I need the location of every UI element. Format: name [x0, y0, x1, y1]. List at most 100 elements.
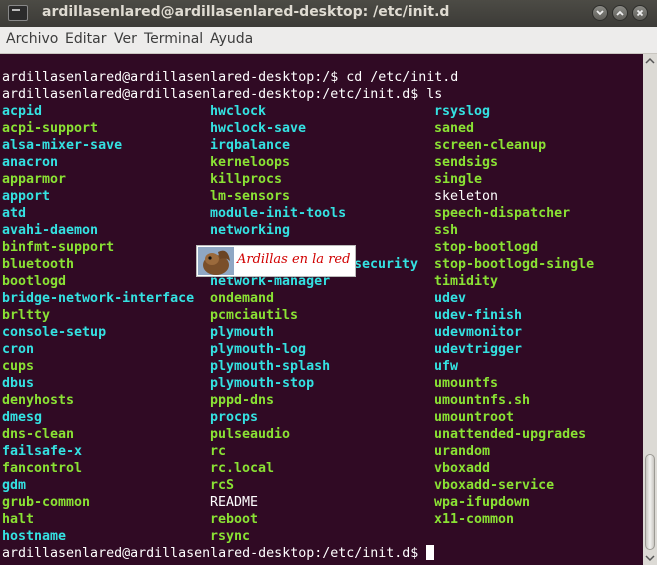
ls-entry: hwclock-save	[210, 121, 307, 136]
watermark-text: Ardillas en la red	[237, 252, 351, 267]
ls-entry: rc	[210, 444, 227, 459]
ls-entry: urandom	[434, 444, 491, 459]
ls-entry: stop-bootlogd-single	[434, 257, 595, 272]
ls-entry: bootlogd	[2, 274, 67, 289]
ls-entry: stop-bootlogd	[434, 240, 539, 255]
scrollbar-thumb[interactable]	[645, 454, 655, 550]
ls-entry: apport	[2, 189, 51, 204]
window-title: ardillasenlared@ardillasenlared-desktop:…	[42, 4, 450, 20]
ls-entry: alsa-mixer-save	[2, 138, 123, 153]
ls-entry: sendsigs	[434, 155, 499, 170]
ls-entry: killprocs	[210, 172, 283, 187]
minimize-button[interactable]	[592, 5, 608, 21]
ls-entry: timidity	[434, 274, 499, 289]
ls-entry: plymouth-log	[210, 342, 307, 357]
ls-entry: skeleton	[434, 189, 499, 204]
ls-entry: wpa-ifupdown	[434, 495, 531, 510]
ls-entry: lm-sensors	[210, 189, 291, 204]
ls-entry: acpid	[2, 104, 43, 119]
terminal-app-icon	[8, 5, 28, 21]
ls-entry: reboot	[210, 512, 259, 527]
ls-entry: halt	[2, 512, 35, 527]
ls-entry: plymouth-stop	[210, 376, 315, 391]
ls-entry: pulseaudio	[210, 427, 291, 442]
ls-entry: vboxadd	[434, 461, 491, 476]
ls-entry: pcmciautils	[210, 308, 299, 323]
ls-entry: acpi-support	[2, 121, 99, 136]
ls-entry: hwclock	[210, 104, 267, 119]
ls-entry: dns-clean	[2, 427, 75, 442]
ls-entry: speech-dispatcher	[434, 206, 571, 221]
ls-entry: networking	[210, 223, 291, 238]
prompt-ls-line: ardillasenlared@ardillasenlared-desktop:…	[2, 87, 443, 102]
ls-entry: avahi-daemon	[2, 223, 99, 238]
ls-entry: console-setup	[2, 325, 107, 340]
text-cursor	[426, 545, 435, 560]
ls-entry: rc.local	[210, 461, 275, 476]
ls-entry: screen-cleanup	[434, 138, 547, 153]
ls-entry: cron	[2, 342, 35, 357]
ls-entry: umountroot	[434, 410, 515, 425]
ls-entry: single	[434, 172, 483, 187]
ls-entry: pppd-dns	[210, 393, 275, 408]
terminal-output[interactable]: ardillasenlared@ardillasenlared-desktop:…	[0, 54, 643, 565]
ls-entry: anacron	[2, 155, 59, 170]
watermark-logo: Ardillas en la red	[196, 245, 356, 277]
close-icon	[636, 9, 644, 17]
ls-entry: failsafe-x	[2, 444, 83, 459]
menu-terminal[interactable]: Terminal	[144, 31, 203, 47]
minimize-icon	[596, 10, 604, 16]
menu-ayuda[interactable]: Ayuda	[210, 31, 253, 47]
ls-entry: bridge-network-interface	[2, 291, 195, 306]
ls-entry: hostname	[2, 529, 67, 544]
menu-bar: Archivo Editar Ver Terminal Ayuda	[0, 27, 657, 54]
scroll-up-arrow-icon[interactable]	[643, 54, 657, 68]
ls-entry: udevmonitor	[434, 325, 523, 340]
scroll-down-arrow-icon[interactable]	[643, 551, 657, 565]
maximize-icon	[616, 10, 624, 16]
menu-editar[interactable]: Editar	[65, 31, 106, 47]
ls-entry: apparmor	[2, 172, 67, 187]
menu-ver[interactable]: Ver	[114, 31, 137, 47]
ls-entry: atd	[2, 206, 27, 221]
ls-entry: plymouth	[210, 325, 275, 340]
vertical-scrollbar[interactable]	[643, 54, 657, 565]
ls-entry: udev-finish	[434, 308, 523, 323]
ls-entry: saned	[434, 121, 475, 136]
ls-entry: module-init-tools	[210, 206, 347, 221]
maximize-button[interactable]	[612, 5, 628, 21]
ls-entry: umountfs	[434, 376, 499, 391]
menu-archivo[interactable]: Archivo	[6, 31, 58, 47]
title-bar[interactable]: ardillasenlared@ardillasenlared-desktop:…	[0, 0, 657, 27]
ls-entry: gdm	[2, 478, 27, 493]
ls-entry: x11-common	[434, 512, 515, 527]
ls-entry: ssh	[434, 223, 459, 238]
ls-entry: udevtrigger	[434, 342, 523, 357]
ls-entry: rsync	[210, 529, 251, 544]
ls-entry: fancontrol	[2, 461, 83, 476]
ls-entry: grub-common	[2, 495, 91, 510]
terminal-window: ardillasenlared@ardillasenlared-desktop:…	[0, 0, 657, 565]
ls-entry: dmesg	[2, 410, 43, 425]
ls-entry: brltty	[2, 308, 51, 323]
prompt-final-line[interactable]: ardillasenlared@ardillasenlared-desktop:…	[2, 545, 435, 562]
ls-entry: dbus	[2, 376, 35, 391]
ls-entry: denyhosts	[2, 393, 75, 408]
ls-entry: README	[210, 495, 259, 510]
ls-entry: umountnfs.sh	[434, 393, 531, 408]
ls-entry: binfmt-support	[2, 240, 115, 255]
ls-entry: vboxadd-service	[434, 478, 555, 493]
ls-entry: ondemand	[210, 291, 275, 306]
ls-entry: kerneloops	[210, 155, 291, 170]
ls-entry: ufw	[434, 359, 459, 374]
ls-entry: rsyslog	[434, 104, 491, 119]
ls-entry: plymouth-splash	[210, 359, 331, 374]
ls-entry: irqbalance	[210, 138, 291, 153]
ls-entry: udev	[434, 291, 467, 306]
ls-entry: security	[354, 257, 419, 272]
close-button[interactable]	[632, 5, 648, 21]
ls-entry: unattended-upgrades	[434, 427, 587, 442]
ls-entry: cups	[2, 359, 35, 374]
ls-entry: bluetooth	[2, 257, 75, 272]
prompt-final-text: ardillasenlared@ardillasenlared-desktop:…	[2, 546, 427, 561]
